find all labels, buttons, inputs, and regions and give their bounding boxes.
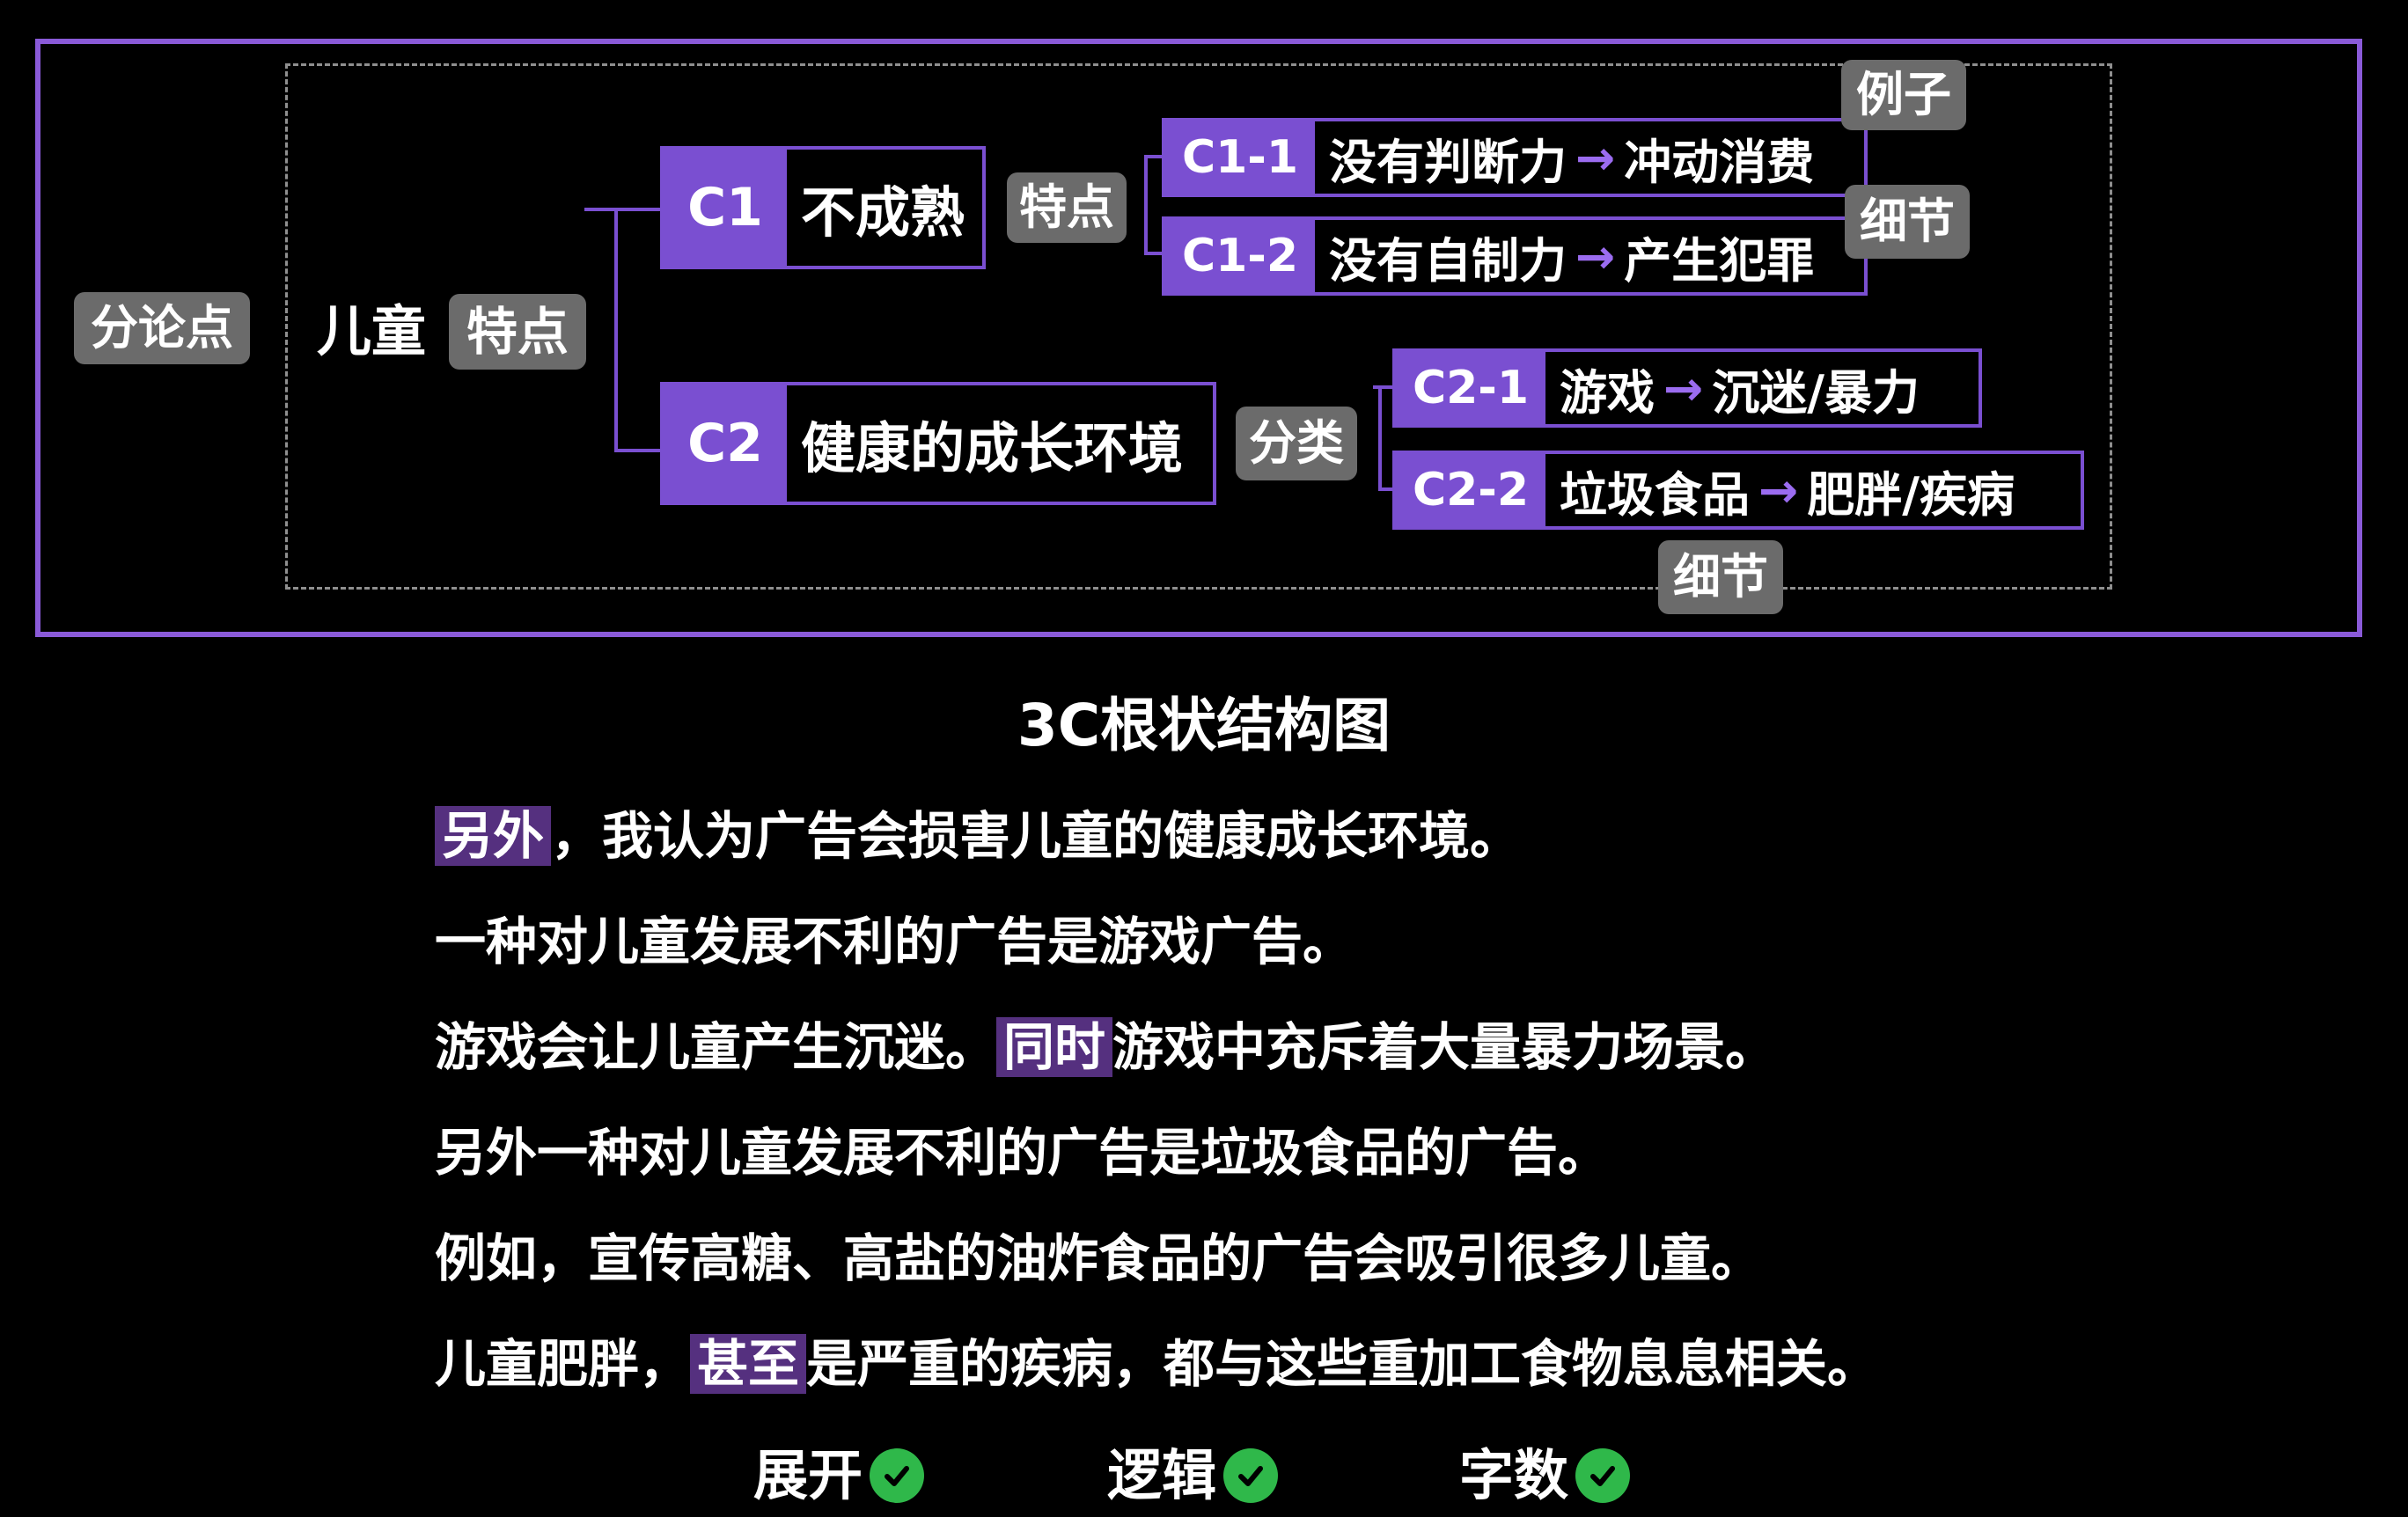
tag-c1-feature: 特点 — [1007, 172, 1127, 243]
node-c1-id: C1 — [664, 150, 787, 266]
tag-fenlundian: 分论点 — [74, 292, 250, 364]
arrow-icon: → — [1663, 360, 1704, 416]
footer-label: 展开 — [753, 1443, 863, 1507]
highlight-word: 同时 — [996, 1017, 1113, 1077]
line-text: ，我认为广告会损害儿童的健康成长环境。 — [551, 806, 1522, 866]
line-text: 儿童肥胖， — [435, 1334, 691, 1394]
node-c2-2-id: C2-2 — [1396, 454, 1545, 526]
node-c1-2-text: 没有自制力 → 产生犯罪 — [1315, 220, 1814, 292]
node-c2-2: C2-2 垃圾食品 → 肥胖/疾病 — [1392, 451, 2084, 530]
c2-2-cause: 垃圾食品 — [1560, 466, 1750, 523]
line-text: 游戏中充斥着大量暴力场景。 — [1112, 1017, 1777, 1077]
footer-item-logic: 逻辑 — [1107, 1436, 1279, 1515]
highlight-word: 另外 — [435, 806, 552, 866]
node-c1-2-id: C1-2 — [1165, 220, 1315, 292]
connector-c2-children — [1373, 385, 1394, 491]
c2-2-effect: 肥胖/疾病 — [1807, 466, 2015, 523]
node-c2-1-id: C2-1 — [1396, 352, 1545, 424]
arrow-icon: → — [1575, 129, 1616, 186]
node-c1-1: C1-1 没有判断力 → 冲动消费 — [1162, 118, 1868, 197]
arrow-icon: → — [1575, 228, 1616, 284]
connector-c1-children — [1144, 155, 1164, 255]
connector-root-c1-c2 — [584, 208, 662, 452]
tag-c2-classify: 分类 — [1236, 407, 1357, 480]
arrow-icon: → — [1758, 462, 1799, 518]
check-icon — [870, 1448, 925, 1503]
highlight-word: 甚至 — [690, 1334, 807, 1394]
footer-label: 字数 — [1459, 1443, 1569, 1507]
check-icon — [1575, 1448, 1631, 1503]
footer-item-expand: 展开 — [753, 1436, 925, 1515]
node-c1-1-text: 没有判断力 → 冲动消费 — [1315, 121, 1814, 194]
node-c2-id: C2 — [664, 385, 787, 502]
root-node: 儿童 — [317, 292, 426, 371]
text-line-2: 一种对儿童发展不利的广告是游戏广告。 — [435, 912, 1354, 971]
root-label: 儿童 — [317, 299, 427, 363]
c1-1-cause: 没有判断力 — [1329, 134, 1567, 190]
c1-2-effect: 产生犯罪 — [1624, 232, 1815, 289]
node-c2-2-text: 垃圾食品 → 肥胖/疾病 — [1545, 454, 2015, 526]
node-c2-1-text: 游戏 → 沉迷/暴力 — [1545, 352, 1920, 424]
text-line-6: 儿童肥胖， 甚至 是严重的疾病，都与这些重加工食物息息相关。 — [435, 1329, 1878, 1399]
text-line-3: 游戏会让儿童产生沉迷。 同时 游戏中充斥着大量暴力场景。 — [435, 1012, 1776, 1082]
text-line-1: 另外 ，我认为广告会损害儿童的健康成长环境。 — [435, 801, 1521, 871]
node-c2-text: 健康的成长环境 — [801, 416, 1184, 480]
tag-root-feature: 特点 — [449, 294, 586, 370]
node-c2-1: C2-1 游戏 → 沉迷/暴力 — [1392, 348, 1982, 428]
node-c1-2: C1-2 没有自制力 → 产生犯罪 — [1162, 216, 1868, 296]
node-c1: C1 不成熟 — [660, 146, 986, 269]
node-c2: C2 健康的成长环境 — [660, 382, 1216, 505]
line-text: 是严重的疾病，都与这些重加工食物息息相关。 — [806, 1334, 1879, 1394]
node-c1-1-id: C1-1 — [1165, 121, 1315, 194]
text-line-4: 另外一种对儿童发展不利的广告是垃圾食品的广告。 — [435, 1123, 1610, 1183]
tag-detail-c1: 细节 — [1845, 185, 1970, 259]
tag-detail-c2: 细节 — [1658, 540, 1783, 614]
text-line-5: 例如，宣传高糖、高盐的油炸食品的广告会吸引很多儿童。 — [435, 1228, 1763, 1288]
footer-item-wordcount: 字数 — [1459, 1436, 1631, 1515]
c1-1-effect: 冲动消费 — [1624, 134, 1815, 190]
footer-label: 逻辑 — [1107, 1443, 1217, 1507]
c2-1-effect: 沉迷/暴力 — [1712, 364, 1920, 421]
c2-1-cause: 游戏 — [1560, 364, 1655, 421]
diagram-title: 3C根状结构图 — [1017, 692, 1391, 759]
line-text: 游戏会让儿童产生沉迷。 — [435, 1017, 997, 1077]
tag-example: 例子 — [1841, 60, 1966, 130]
c1-2-cause: 没有自制力 — [1329, 232, 1567, 289]
check-icon — [1223, 1448, 1279, 1503]
node-c1-text: 不成熟 — [801, 180, 965, 245]
